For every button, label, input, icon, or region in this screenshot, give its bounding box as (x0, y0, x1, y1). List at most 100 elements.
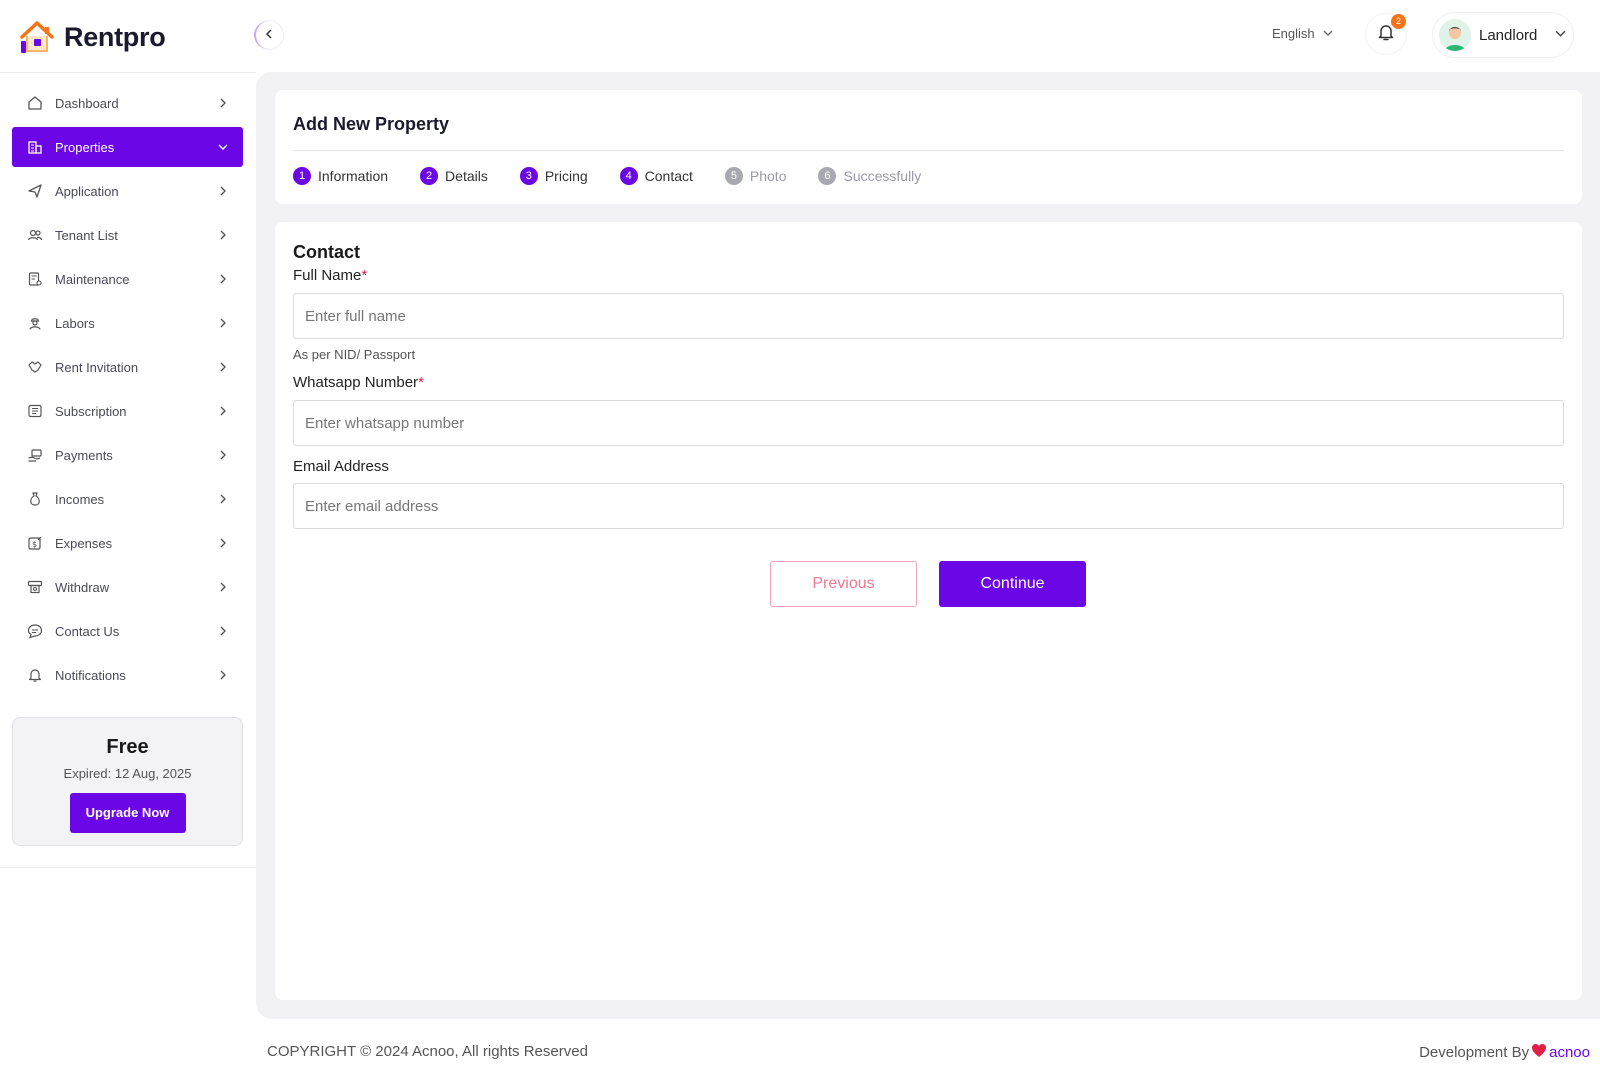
upgrade-now-button[interactable]: Upgrade Now (69, 793, 186, 833)
chevron-right-icon (217, 449, 229, 461)
step-successfully[interactable]: 6 Successfully (818, 167, 921, 185)
step-number: 1 (293, 167, 311, 185)
sidebar-item-label: Contact Us (55, 623, 120, 639)
chevron-left-icon (264, 26, 274, 44)
step-pricing[interactable]: 3 Pricing (519, 167, 588, 185)
chevron-right-icon (217, 229, 229, 241)
sidebar-item-contact-us[interactable]: Contact Us (12, 611, 243, 651)
chevron-down-icon (217, 141, 229, 153)
building-icon (26, 138, 44, 156)
chevron-right-icon (217, 581, 229, 593)
step-number: 6 (818, 167, 837, 185)
sidebar-divider (0, 72, 256, 73)
chevron-right-icon (217, 493, 229, 505)
continue-button[interactable]: Continue (939, 561, 1086, 607)
sidebar-item-label: Payments (55, 447, 113, 463)
step-contact[interactable]: 4 Contact (619, 167, 693, 185)
step-label: Information (318, 168, 389, 184)
sidebar-item-notifications[interactable]: Notifications (12, 655, 243, 695)
previous-button[interactable]: Previous (770, 561, 917, 607)
step-label: Contact (644, 168, 693, 184)
sidebar-item-labors[interactable]: Labors (12, 303, 243, 343)
atm-icon (26, 578, 44, 596)
footer-brand-link[interactable]: acnoo (1549, 1044, 1590, 1061)
brand-name: Rentpro (64, 21, 166, 52)
sidebar-item-properties[interactable]: Properties (12, 127, 243, 167)
handshake-icon (26, 358, 44, 376)
sidebar-item-subscription[interactable]: Subscription (12, 391, 243, 431)
chevron-right-icon (217, 317, 229, 329)
chevron-right-icon (217, 273, 229, 285)
full-name-label: Full Name* (293, 267, 367, 284)
step-number: 2 (420, 167, 439, 185)
plan-title: Free (106, 736, 149, 758)
step-label: Successfully (843, 168, 922, 184)
sidebar-item-label: Dashboard (55, 95, 119, 111)
sidebar-item-label: Notifications (55, 667, 126, 683)
sidebar-item-label: Subscription (55, 403, 127, 419)
required-mark: * (418, 374, 424, 391)
notification-count-badge: 2 (1391, 14, 1406, 29)
home-icon (26, 94, 44, 112)
wizard-steps: 1 Information 2 Details 3 Pricing 4 Cont… (293, 167, 953, 185)
sidebar-item-label: Labors (55, 315, 95, 331)
money-bag-icon (26, 490, 44, 508)
email-address-input[interactable] (293, 483, 1564, 529)
chevron-down-icon (1323, 26, 1333, 41)
email-address-label: Email Address (293, 458, 389, 475)
sidebar-item-maintenance[interactable]: Maintenance (12, 259, 243, 299)
sidebar-item-incomes[interactable]: Incomes (12, 479, 243, 519)
language-label: English (1272, 26, 1315, 41)
sidebar-item-label: Rent Invitation (55, 359, 139, 375)
user-name: Landlord (1479, 26, 1538, 44)
step-label: Details (445, 168, 488, 184)
receipt-icon (26, 402, 44, 420)
language-select[interactable]: English (1272, 26, 1333, 41)
sidebar: Rentpro Dashboard Properties Application… (0, 0, 256, 868)
sidebar-collapse-button[interactable] (254, 21, 283, 49)
sidebar-item-withdraw[interactable]: Withdraw (12, 567, 243, 607)
sidebar-item-dashboard[interactable]: Dashboard (12, 83, 243, 123)
step-label: Photo (749, 168, 787, 184)
step-photo[interactable]: 5 Photo (724, 167, 787, 185)
bell-icon (26, 666, 44, 684)
sidebar-item-rent-invitation[interactable]: Rent Invitation (12, 347, 243, 387)
section-title: Contact (293, 242, 360, 262)
document-gear-icon (26, 270, 44, 288)
chevron-right-icon (217, 537, 229, 549)
sidebar-item-label: Incomes (55, 491, 105, 507)
footer-dev-by: Development By (1419, 1044, 1530, 1061)
chevron-right-icon (217, 625, 229, 637)
full-name-label-text: Full Name (293, 267, 362, 284)
whatsapp-number-input[interactable] (293, 400, 1564, 446)
chevron-right-icon (217, 405, 229, 417)
sidebar-item-tenant-list[interactable]: Tenant List (12, 215, 243, 255)
sidebar-item-label: Withdraw (55, 579, 110, 595)
cash-hand-icon (26, 446, 44, 464)
step-information[interactable]: 1 Information (293, 167, 388, 185)
chat-icon (26, 622, 44, 640)
send-icon (26, 182, 44, 200)
chevron-right-icon (217, 97, 229, 109)
sidebar-item-label: Expenses (55, 535, 113, 551)
full-name-input[interactable] (293, 293, 1564, 339)
chevron-right-icon (217, 185, 229, 197)
plan-card: Free Expired: 12 Aug, 2025 Upgrade Now (12, 717, 243, 846)
step-label: Pricing (544, 168, 588, 184)
heart-icon (1531, 1043, 1547, 1062)
step-number: 4 (619, 167, 638, 185)
brand-logo[interactable]: Rentpro (18, 18, 166, 56)
user-menu[interactable]: Landlord (1433, 13, 1573, 57)
sidebar-item-payments[interactable]: Payments (12, 435, 243, 475)
avatar (1439, 19, 1471, 51)
house-logo-icon (18, 19, 56, 55)
header-divider (293, 150, 1564, 151)
required-mark: * (361, 267, 368, 284)
step-details[interactable]: 2 Details (420, 167, 488, 185)
contact-form-card: Contact Full Name* As per NID/ Passport … (275, 222, 1582, 1000)
sidebar-item-expenses[interactable]: $ Expenses (12, 523, 243, 563)
footer-credit: Development By acnoo (1419, 1043, 1590, 1062)
users-icon (26, 226, 44, 244)
sidebar-item-application[interactable]: Application (12, 171, 243, 211)
svg-text:$: $ (32, 540, 37, 549)
